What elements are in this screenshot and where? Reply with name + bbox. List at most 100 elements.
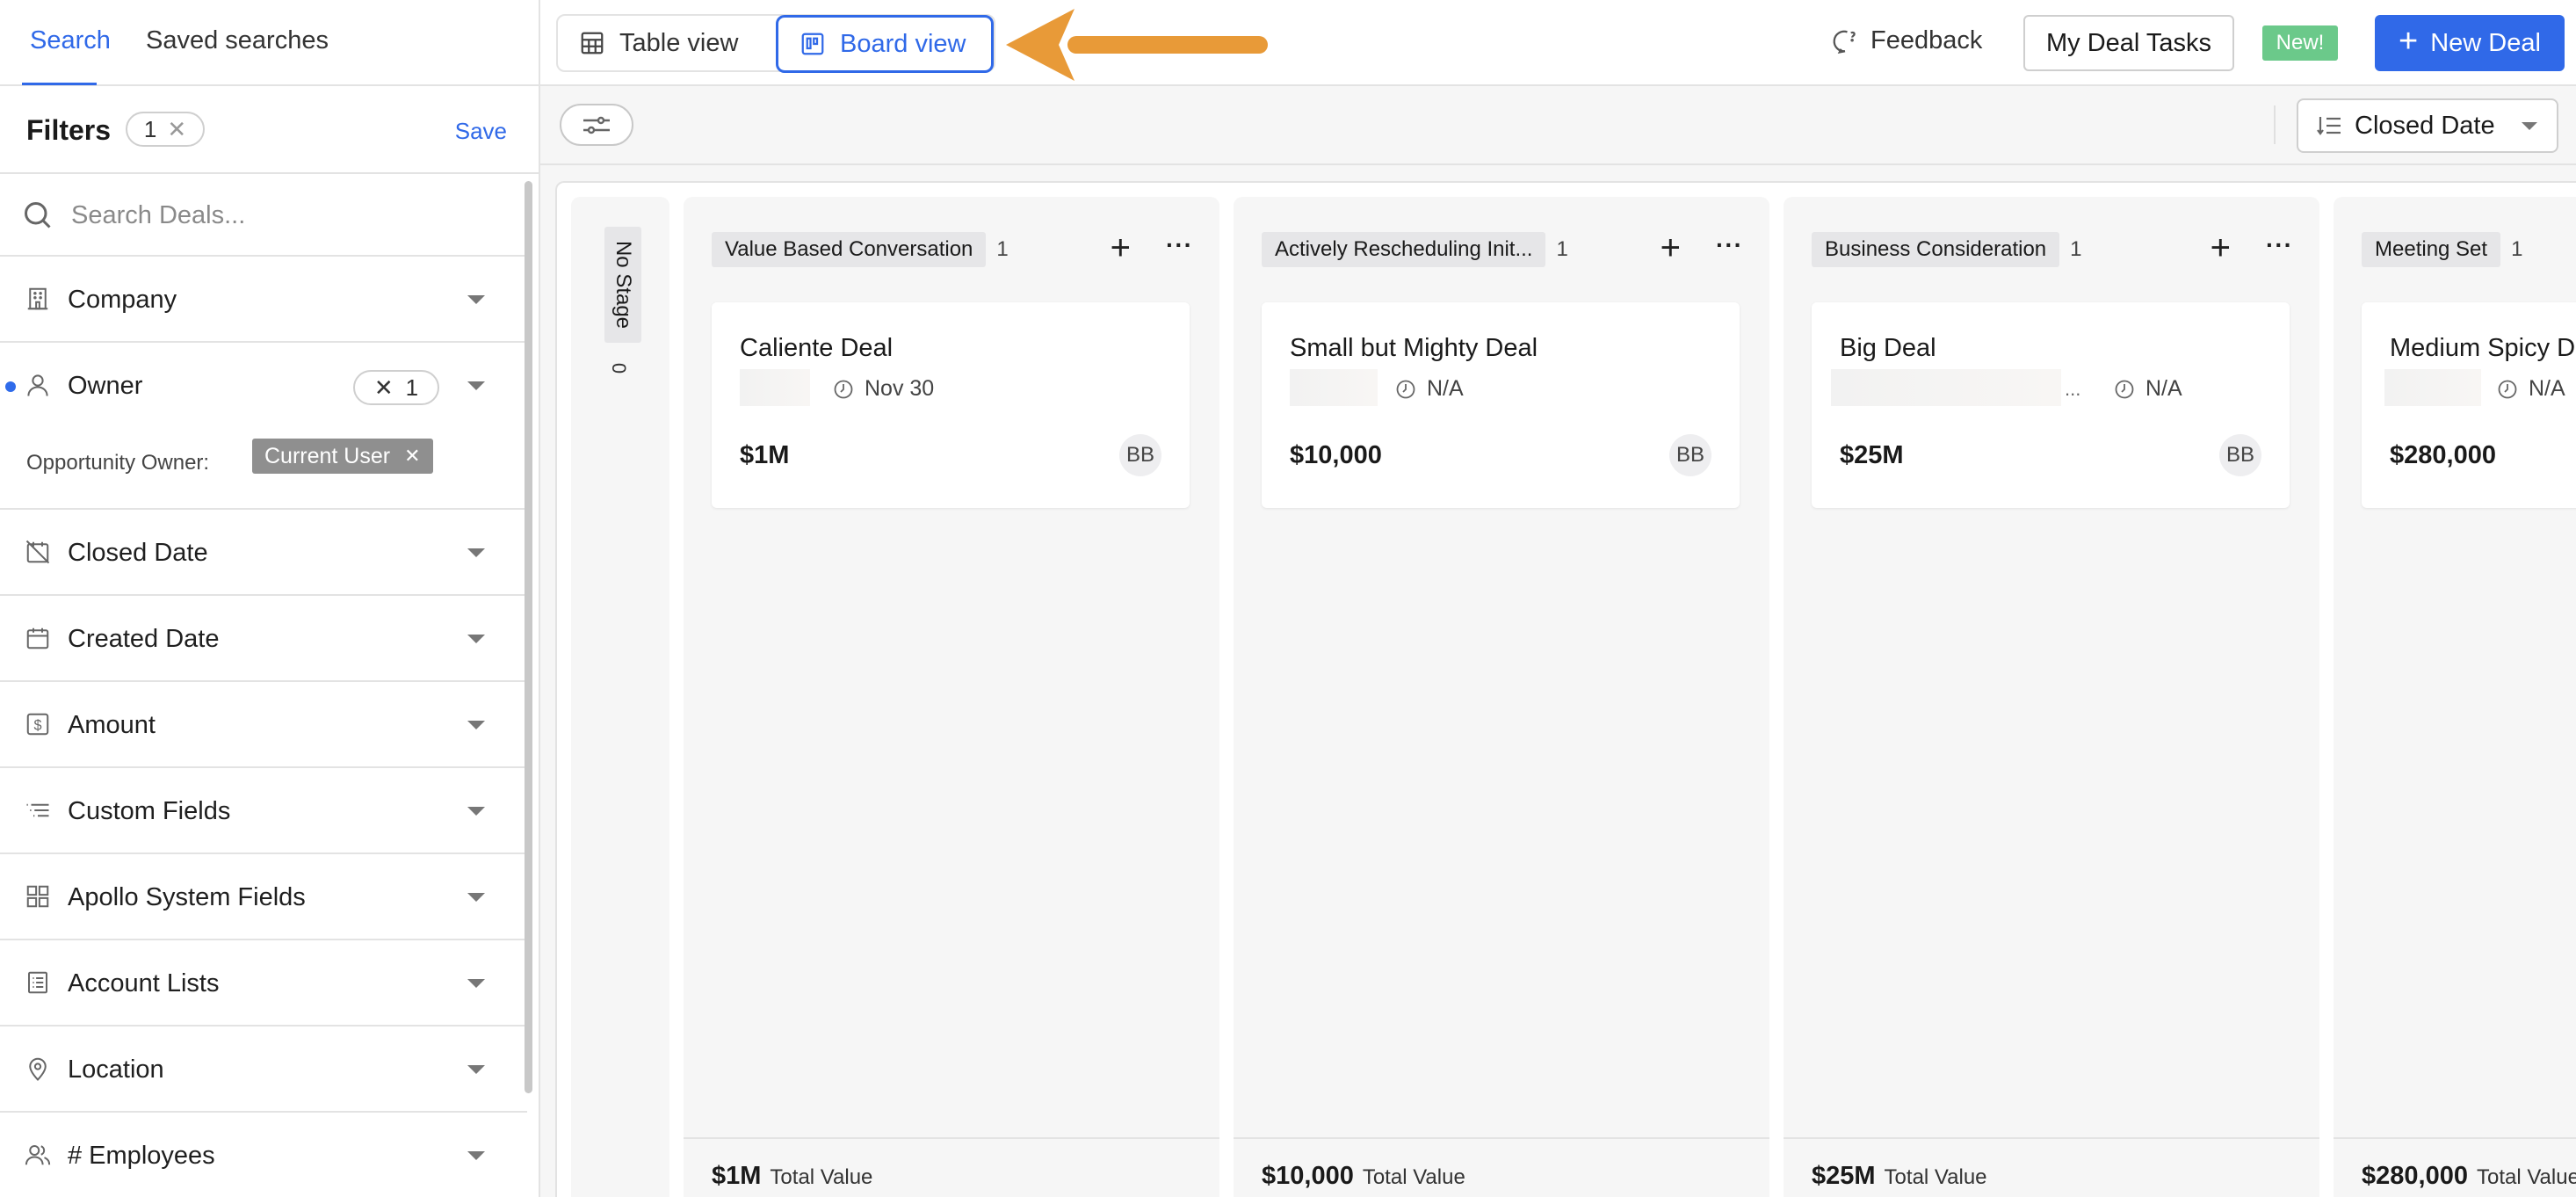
chevron-down-icon (467, 1065, 485, 1074)
deal-title: Big Deal (1840, 334, 1936, 362)
close-icon[interactable]: ✕ (374, 374, 394, 402)
table-view-button[interactable]: Table view (579, 16, 738, 70)
deal-close-date: N/A (2114, 376, 2182, 402)
date-text: N/A (1427, 376, 1464, 401)
board-view-label: Board view (840, 29, 966, 58)
more-options-icon[interactable]: ··· (1716, 231, 1743, 259)
no-stage-count: 0 (608, 362, 631, 374)
filter-label: Amount (68, 711, 156, 739)
sort-select[interactable]: Closed Date (2297, 98, 2558, 153)
clock-icon (2115, 380, 2134, 398)
more-options-icon[interactable]: ··· (1166, 231, 1193, 259)
clear-filters-badge[interactable]: 1 ✕ (126, 112, 205, 147)
stage-column: Actively Rescheduling Init... 1 + ··· Sm… (1234, 197, 1769, 1197)
column-total: $25M Total Value (1812, 1162, 1987, 1191)
search-deals-input[interactable] (71, 200, 493, 230)
total-amount: $1M (712, 1162, 762, 1190)
date-text: Nov 30 (865, 376, 935, 401)
deal-card[interactable]: Small but Mighty Deal N/A $10,000 BB (1262, 302, 1740, 508)
sort-icon (2317, 117, 2341, 135)
filter-label: Company (68, 286, 177, 314)
deal-card[interactable]: Medium Spicy Deal N/A $280,000 (2362, 302, 2576, 508)
deals-main: Table view Board view Feedback My Deal T… (540, 0, 2576, 1197)
search-icon (25, 202, 51, 229)
chevron-down-icon (467, 635, 485, 643)
clock-icon (1396, 380, 1415, 398)
deal-close-date: N/A (2497, 376, 2565, 402)
total-amount: $280,000 (2362, 1162, 2468, 1190)
tab-search[interactable]: Search (30, 26, 111, 55)
clear-owner-filter-badge[interactable]: ✕ 1 (353, 370, 439, 405)
sliders-icon (583, 116, 610, 134)
stage-column: Meeting Set 1 Medium Spicy Deal N/A $280… (2334, 197, 2576, 1197)
account-ellipsis: ... (2065, 378, 2081, 400)
filter-closed-date[interactable]: Closed Date (0, 510, 527, 596)
chevron-down-icon (467, 979, 485, 988)
column-footer: $25M Total Value (1784, 1137, 2319, 1197)
redacted-account (1831, 369, 2061, 406)
no-stage-column[interactable]: No Stage 0 (571, 197, 669, 1197)
total-amount: $10,000 (1262, 1162, 1354, 1190)
sidebar-scrollbar[interactable] (525, 181, 532, 1093)
deals-board: No Stage 0 Value Based Conversation 1 + … (555, 181, 2576, 1197)
calendar-icon (25, 622, 51, 654)
column-total: $1M Total Value (712, 1162, 872, 1191)
my-deal-tasks-button[interactable]: My Deal Tasks (2023, 15, 2234, 71)
add-deal-icon[interactable]: + (1661, 230, 1681, 265)
column-footer: $1M Total Value (684, 1137, 1219, 1197)
tab-saved-searches[interactable]: Saved searches (146, 26, 329, 55)
deal-title: Small but Mighty Deal (1290, 334, 1538, 362)
total-label: Total Value (770, 1165, 873, 1189)
list-icon (25, 794, 51, 826)
sort-label: Closed Date (2355, 111, 2495, 140)
filter-apollo-system-fields[interactable]: Apollo System Fields (0, 854, 527, 940)
new-deal-button[interactable]: + New Deal (2375, 15, 2565, 71)
column-total: $280,000 Total Value (2362, 1162, 2576, 1191)
add-deal-icon[interactable]: + (2211, 230, 2231, 265)
sidebar-tabs: Search Saved searches (0, 0, 539, 86)
no-stage-text: No Stage (611, 240, 635, 330)
date-text: N/A (2529, 376, 2565, 401)
add-deal-icon[interactable]: + (1111, 230, 1131, 265)
total-label: Total Value (1362, 1165, 1465, 1189)
board-view-button[interactable]: Board view (776, 15, 994, 73)
redacted-account (740, 369, 810, 406)
filter-account-lists[interactable]: Account Lists (0, 940, 527, 1027)
deal-card[interactable]: Caliente Deal Nov 30 $1M BB (712, 302, 1190, 508)
calendar-off-icon (25, 536, 51, 568)
view-toggle: Table view Board view (556, 14, 995, 73)
total-label: Total Value (2476, 1165, 2576, 1189)
chevron-down-icon (467, 807, 485, 816)
plus-icon: + (2399, 23, 2419, 60)
annotation-arrow-icon (1006, 9, 1268, 81)
column-footer: $280,000 Total Value (2334, 1137, 2576, 1197)
filter-amount[interactable]: $ Amount (0, 682, 527, 768)
save-search-button[interactable]: Save (455, 118, 507, 145)
date-text: N/A (2145, 376, 2182, 401)
chevron-down-icon (467, 1151, 485, 1160)
more-options-icon[interactable]: ··· (2266, 231, 2293, 259)
remove-chip-icon[interactable]: ✕ (404, 445, 420, 468)
redacted-account (2384, 369, 2481, 406)
filter-created-date[interactable]: Created Date (0, 596, 527, 682)
filter-owner[interactable]: Owner ✕ 1 Opportunity Owner: Current Use… (0, 343, 527, 510)
active-filter-dot (5, 381, 16, 392)
filter-employees[interactable]: # Employees (0, 1113, 527, 1197)
deal-amount: $25M (1840, 441, 1904, 469)
stage-count: 1 (996, 237, 1009, 261)
filter-company[interactable]: Company (0, 257, 527, 343)
opportunity-owner-label: Opportunity Owner: (26, 451, 210, 475)
chevron-down-icon (467, 295, 485, 304)
owner-avatar: BB (1119, 434, 1161, 476)
new-deal-label: New Deal (2430, 28, 2541, 57)
feedback-button[interactable]: Feedback (1832, 26, 1982, 55)
filter-location[interactable]: Location (0, 1027, 527, 1113)
close-icon[interactable]: ✕ (167, 116, 186, 143)
grid-icon (25, 881, 51, 912)
deal-card[interactable]: Big Deal ... N/A $25M BB (1812, 302, 2290, 508)
redacted-account (1290, 369, 1378, 406)
filter-label: Owner (68, 372, 143, 400)
board-settings-button[interactable] (560, 104, 633, 146)
stage-count: 1 (2511, 237, 2523, 261)
filter-custom-fields[interactable]: Custom Fields (0, 768, 527, 854)
